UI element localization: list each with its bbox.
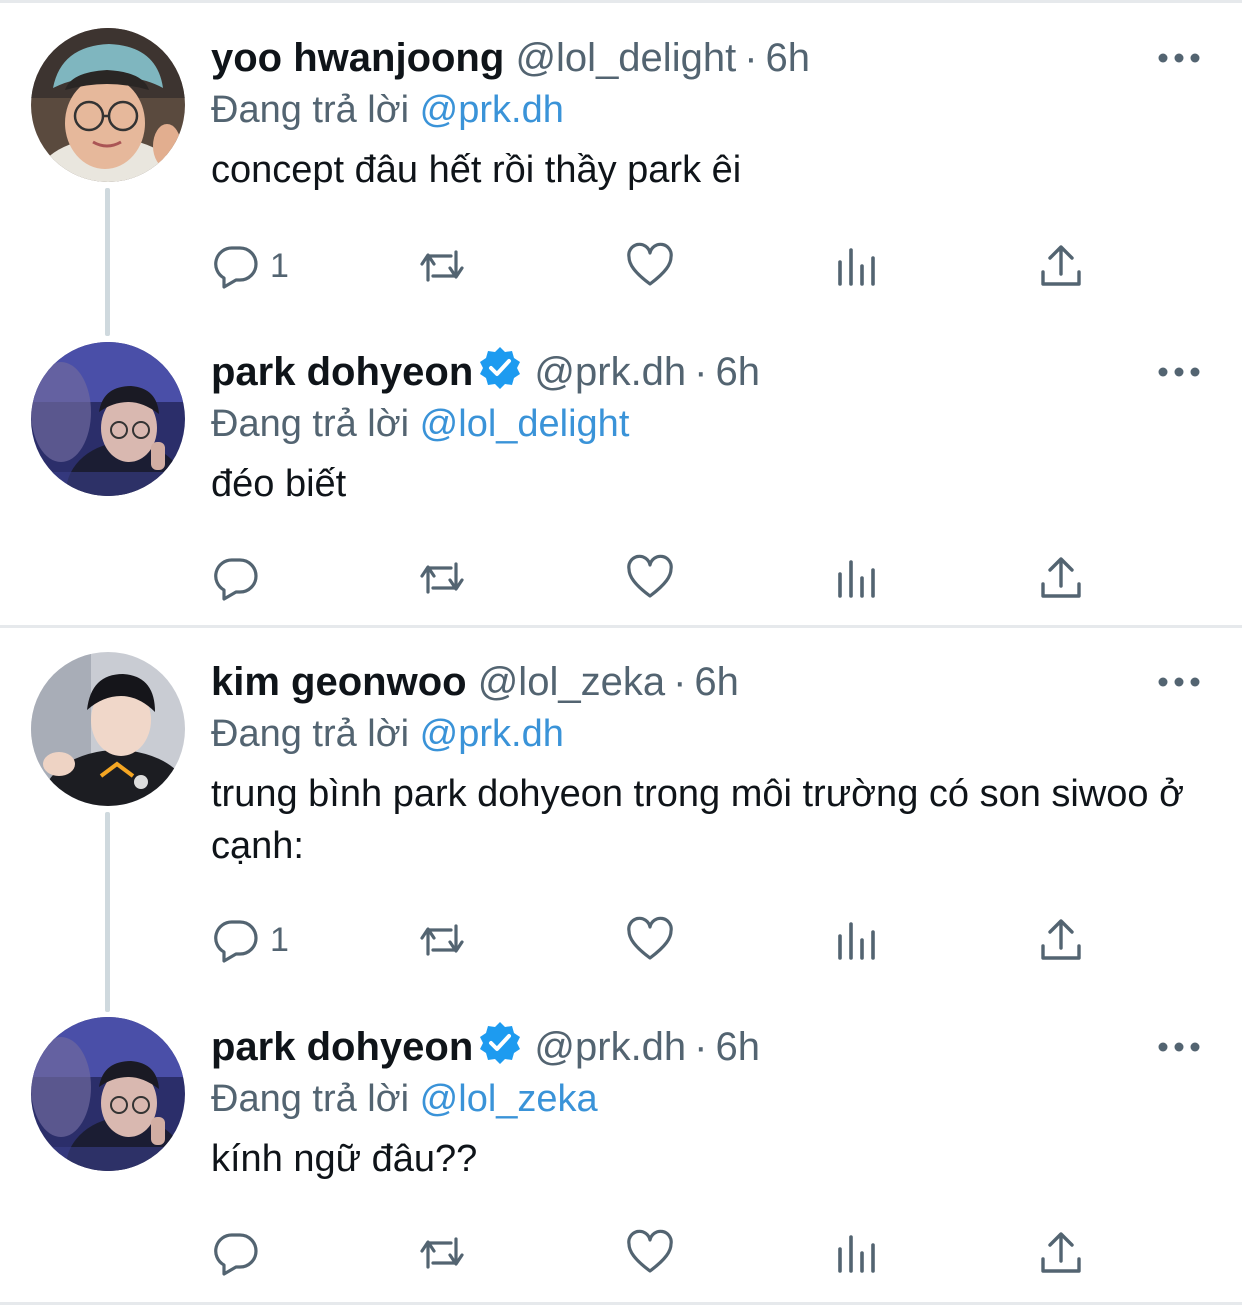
replying-to-label: Đang trả lời (211, 89, 410, 131)
avatar-image (31, 1017, 185, 1171)
share-upload-icon (1041, 919, 1081, 960)
more-options-button[interactable] (1154, 43, 1204, 73)
retweet-icon (420, 1237, 464, 1269)
retweet-button[interactable] (418, 548, 466, 608)
mention-link[interactable]: @lol_zeka (420, 1078, 598, 1120)
timestamp[interactable]: 6h (694, 660, 739, 704)
avatar-image (31, 652, 185, 806)
bar-chart-icon (838, 922, 875, 960)
reply-count: 1 (270, 920, 289, 959)
avatar[interactable] (31, 1017, 185, 1171)
share-upload-icon (1041, 557, 1081, 598)
tweet-text: kính ngữ đâu?? (211, 1138, 478, 1180)
separator-dot: · (673, 660, 687, 704)
retweet-button[interactable] (418, 236, 466, 296)
more-dots-icon (1158, 367, 1200, 377)
avatar[interactable] (31, 342, 185, 496)
avatar[interactable] (31, 652, 185, 806)
analytics-button[interactable] (832, 1223, 880, 1283)
reply-button[interactable]: 1 (212, 910, 289, 970)
more-options-button[interactable] (1154, 667, 1204, 697)
avatar[interactable] (31, 28, 185, 182)
retweet-button[interactable] (418, 910, 466, 970)
replying-to: Đang trả lời @prk.dh (211, 706, 564, 762)
share-button[interactable] (1037, 236, 1085, 296)
share-button[interactable] (1037, 910, 1085, 970)
replying-to-label: Đang trả lời (211, 1078, 410, 1120)
speech-bubble-icon (214, 558, 258, 601)
retweet-button[interactable] (418, 1223, 466, 1283)
tweet-text: concept đâu hết rồi thầy park êi (211, 149, 742, 191)
retweet-icon (420, 250, 464, 282)
display-name[interactable]: yoo hwanjoong (211, 36, 504, 80)
bar-chart-icon (838, 248, 875, 286)
display-name[interactable]: kim geonwoo (211, 660, 467, 704)
speech-bubble-icon (214, 1233, 258, 1276)
heart-icon (627, 242, 673, 286)
like-button[interactable] (626, 548, 674, 608)
top-divider (0, 0, 1242, 3)
mention-link[interactable]: @prk.dh (420, 713, 564, 755)
avatar-image (31, 342, 185, 496)
verified-badge-icon (480, 347, 521, 389)
bar-chart-icon (838, 1235, 875, 1273)
tweet-text: đéo biết (211, 463, 347, 505)
share-upload-icon (1041, 1232, 1081, 1273)
analytics-button[interactable] (832, 548, 880, 608)
heart-icon (627, 554, 673, 598)
display-name[interactable]: park dohyeon (211, 1025, 473, 1069)
tweet-text: trung bình park dohyeon trong môi trường… (211, 773, 1185, 867)
speech-bubble-icon (214, 246, 258, 289)
retweet-icon (420, 924, 464, 956)
user-handle[interactable]: @lol_delight (515, 36, 736, 80)
reply-button[interactable] (212, 548, 270, 608)
speech-bubble-icon (214, 920, 258, 963)
user-handle[interactable]: @prk.dh (534, 1025, 686, 1069)
separator-dot: · (694, 350, 708, 394)
more-dots-icon (1158, 677, 1200, 687)
action-bar: 1 (0, 236, 1242, 296)
reply-button[interactable]: 1 (212, 236, 289, 296)
share-button[interactable] (1037, 548, 1085, 608)
share-upload-icon (1041, 245, 1081, 286)
timestamp[interactable]: 6h (766, 36, 811, 80)
user-handle[interactable]: @lol_zeka (478, 660, 665, 704)
timestamp[interactable]: 6h (716, 350, 761, 394)
display-name[interactable]: park dohyeon (211, 350, 473, 394)
avatar-image (31, 28, 185, 182)
like-button[interactable] (626, 236, 674, 296)
replying-to: Đang trả lời @lol_delight (211, 396, 629, 452)
timestamp[interactable]: 6h (716, 1025, 761, 1069)
bar-chart-icon (838, 560, 875, 598)
more-dots-icon (1158, 1042, 1200, 1052)
share-button[interactable] (1037, 1223, 1085, 1283)
separator-dot: · (694, 1025, 708, 1069)
analytics-button[interactable] (832, 910, 880, 970)
conversation-divider (0, 625, 1242, 628)
action-bar: 1 (0, 910, 1242, 970)
like-button[interactable] (626, 1223, 674, 1283)
like-button[interactable] (626, 910, 674, 970)
replying-to-label: Đang trả lời (211, 403, 410, 445)
heart-icon (627, 916, 673, 960)
replying-to: Đang trả lời @lol_zeka (211, 1071, 598, 1127)
analytics-button[interactable] (832, 236, 880, 296)
action-bar (0, 1223, 1242, 1283)
user-handle[interactable]: @prk.dh (534, 350, 686, 394)
heart-icon (627, 1229, 673, 1273)
reply-button[interactable] (212, 1223, 270, 1283)
mention-link[interactable]: @lol_delight (420, 403, 630, 445)
retweet-icon (420, 562, 464, 594)
replying-to: Đang trả lời @prk.dh (211, 82, 564, 138)
bottom-divider (0, 1302, 1242, 1305)
verified-badge-icon (480, 1022, 521, 1064)
more-options-button[interactable] (1154, 357, 1204, 387)
reply-count: 1 (270, 246, 289, 285)
action-bar (0, 548, 1242, 608)
more-dots-icon (1158, 53, 1200, 63)
mention-link[interactable]: @prk.dh (420, 89, 564, 131)
replying-to-label: Đang trả lời (211, 713, 410, 755)
more-options-button[interactable] (1154, 1032, 1204, 1062)
separator-dot: · (744, 36, 758, 80)
